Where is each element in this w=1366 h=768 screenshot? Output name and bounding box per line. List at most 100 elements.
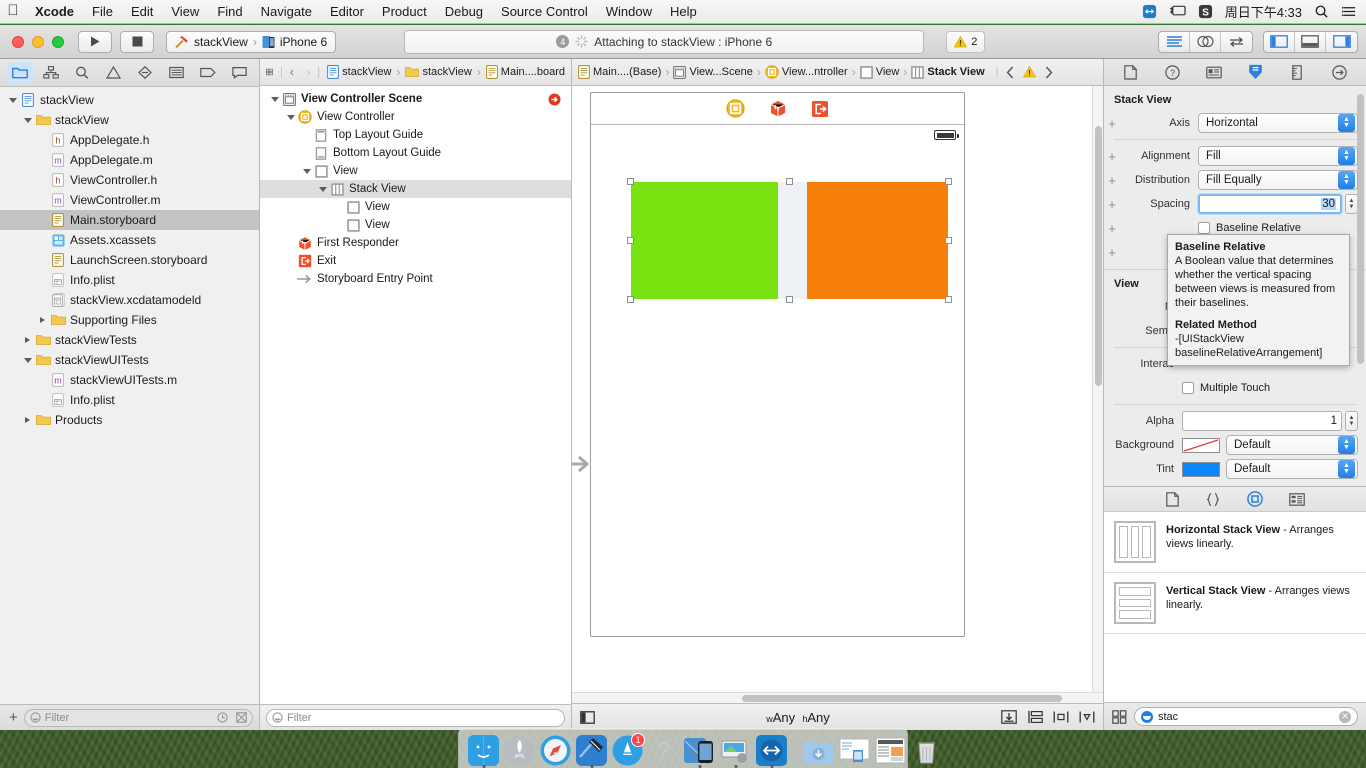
- axis-popup-button[interactable]: Horizontal ▲ ▼: [1198, 113, 1358, 133]
- menu-item-help[interactable]: Help: [661, 0, 706, 24]
- navigator-row-appdelegate-m[interactable]: m AppDelegate.m: [0, 150, 259, 170]
- object-library-icon[interactable]: [1246, 491, 1263, 507]
- resize-handle-bottom-right[interactable]: [945, 296, 952, 303]
- dock-item-document-stack[interactable]: [839, 735, 870, 766]
- outline-row-bottom-layout-guide[interactable]: Bottom Layout Guide: [260, 144, 571, 162]
- dock-item-app-store[interactable]: 1: [612, 733, 645, 766]
- dock-item-downloads-folder[interactable]: [803, 735, 834, 766]
- toggle-document-outline-icon[interactable]: [580, 710, 595, 724]
- back-arrow-icon[interactable]: [1006, 65, 1015, 79]
- outline-row-view[interactable]: View: [260, 198, 571, 216]
- inspector-scrollbar[interactable]: [1357, 94, 1364, 364]
- toggle-navigator-button[interactable]: [1264, 31, 1295, 52]
- search-icon[interactable]: [1313, 4, 1330, 19]
- navigator-row-main-storyboard[interactable]: Main.storyboard: [0, 210, 259, 230]
- add-variation-button[interactable]: +: [1104, 149, 1120, 164]
- breadcrumb-file[interactable]: Main....board: [485, 65, 565, 79]
- outline-row-stack-view[interactable]: Stack View: [260, 180, 571, 198]
- dock-item-news-app[interactable]: [875, 735, 906, 766]
- hidden-checkbox[interactable]: Hidden: [1253, 483, 1306, 486]
- resize-handle-bottom-left[interactable]: [627, 296, 634, 303]
- disclosure-triangle[interactable]: [300, 168, 313, 174]
- size-inspector-tab[interactable]: [1284, 61, 1310, 83]
- add-variation-button[interactable]: +: [1104, 221, 1120, 236]
- tint-color-well[interactable]: [1182, 461, 1220, 477]
- close-window-button[interactable]: [12, 35, 24, 48]
- test-navigator-tab[interactable]: [132, 62, 158, 84]
- breakpoint-navigator-tab[interactable]: [195, 62, 221, 84]
- add-variation-button[interactable]: +: [1104, 173, 1120, 188]
- menu-item-view[interactable]: View: [162, 0, 208, 24]
- view-controller-scene[interactable]: [572, 92, 965, 637]
- navigator-filter-field[interactable]: Filter: [23, 708, 253, 727]
- add-variation-button[interactable]: +: [1104, 116, 1120, 131]
- navigator-row-stackviewuitests[interactable]: stackViewUITests: [0, 350, 259, 370]
- file-template-library-icon[interactable]: [1165, 491, 1179, 507]
- symbol-navigator-tab[interactable]: [38, 62, 64, 84]
- outline-row-view[interactable]: View: [260, 162, 571, 180]
- distribution-popup-button[interactable]: Fill Equally ▲ ▼: [1198, 170, 1358, 190]
- outline-row-view-controller[interactable]: View Controller: [260, 108, 571, 126]
- assistant-editor-button[interactable]: [1190, 31, 1221, 52]
- library-search-field[interactable]: stac ✕: [1134, 707, 1358, 726]
- outline-row-top-layout-guide[interactable]: Top Layout Guide: [260, 126, 571, 144]
- navigator-row-appdelegate-h[interactable]: h AppDelegate.h: [0, 130, 259, 150]
- align-icon[interactable]: [1053, 710, 1069, 724]
- breadcrumb-view-controller[interactable]: View...ntroller: [765, 65, 848, 79]
- forward-arrow-icon[interactable]: [1044, 65, 1053, 79]
- source-control-filter-icon[interactable]: [236, 712, 247, 723]
- apple-logo-icon[interactable]: : [0, 3, 26, 20]
- disclosure-triangle[interactable]: [316, 186, 329, 192]
- breadcrumb-group[interactable]: stackView: [405, 66, 472, 78]
- navigator-row-info-plist[interactable]: Info.plist: [0, 270, 259, 290]
- notification-center-icon[interactable]: [1341, 4, 1358, 19]
- resize-handle-top-center[interactable]: [786, 178, 793, 185]
- navigator-row-stackview-xcdatamodeld[interactable]: stackView.xcdatamodeld: [0, 290, 259, 310]
- navigator-row-stackview[interactable]: stackView: [0, 110, 259, 130]
- resize-handle-top-right[interactable]: [945, 178, 952, 185]
- menu-item-debug[interactable]: Debug: [436, 0, 492, 24]
- disclosure-triangle[interactable]: [21, 357, 34, 363]
- report-navigator-tab[interactable]: [226, 62, 252, 84]
- resize-handle-middle-left[interactable]: [627, 237, 634, 244]
- issue-navigator-tab[interactable]: [101, 62, 127, 84]
- outline-row-view[interactable]: View: [260, 216, 571, 234]
- dock-item-preview[interactable]: [720, 735, 751, 768]
- connections-inspector-tab[interactable]: [1326, 61, 1352, 83]
- menu-item-product[interactable]: Product: [373, 0, 436, 24]
- attributes-inspector-body[interactable]: Stack View + Axis Horizontal ▲ ▼ + Alignm…: [1104, 86, 1366, 486]
- dock-item-trash[interactable]: [911, 735, 942, 766]
- breadcrumb-view[interactable]: View: [859, 65, 899, 79]
- menu-item-find[interactable]: Find: [208, 0, 251, 24]
- add-variation-button[interactable]: +: [1104, 197, 1120, 212]
- library-grid-icon[interactable]: [1112, 709, 1127, 724]
- navigator-row-stackviewtests[interactable]: stackViewTests: [0, 330, 259, 350]
- outline-row-storyboard-entry-point[interactable]: Storyboard Entry Point: [260, 270, 571, 288]
- green-arranged-view[interactable]: [631, 182, 778, 299]
- navigator-row-products[interactable]: Products: [0, 410, 259, 430]
- toggle-utilities-button[interactable]: [1326, 32, 1357, 52]
- file-inspector-tab[interactable]: [1118, 61, 1144, 83]
- dock-item-teamviewer[interactable]: [756, 735, 787, 768]
- outline-tree[interactable]: View Controller Scene View Controller Top …: [260, 86, 571, 704]
- forward-arrow-icon[interactable]: [306, 66, 311, 79]
- project-navigator-tree[interactable]: stackView stackView h AppDelegate.h m AppDele…: [0, 87, 259, 704]
- outline-row-view-controller-scene[interactable]: View Controller Scene: [260, 90, 571, 108]
- dock-item-safari[interactable]: [540, 735, 571, 766]
- canvas-vertical-scrollbar[interactable]: [1092, 86, 1103, 692]
- size-class-indicator[interactable]: wAny hAny: [595, 710, 1001, 725]
- opaque-checkbox[interactable]: Opaque: [1182, 483, 1239, 486]
- menu-item-source-control[interactable]: Source Control: [492, 0, 597, 24]
- outline-filter-field[interactable]: Filter: [266, 708, 565, 727]
- breadcrumb-stack-view[interactable]: Stack View: [911, 65, 985, 79]
- warning-triangle-icon[interactable]: [1022, 66, 1036, 78]
- alpha-stepper[interactable]: ▲ ▼: [1345, 411, 1358, 431]
- find-navigator-tab[interactable]: [69, 62, 95, 84]
- attributes-inspector-tab[interactable]: [1243, 61, 1269, 83]
- menu-item-editor[interactable]: Editor: [321, 0, 373, 24]
- resize-handle-top-left[interactable]: [627, 178, 634, 185]
- auto-layout-update-frames-icon[interactable]: [1001, 710, 1017, 724]
- spacing-input[interactable]: 30: [1198, 194, 1342, 214]
- exit-icon[interactable]: [811, 100, 829, 118]
- code-snippet-library-icon[interactable]: [1205, 492, 1221, 507]
